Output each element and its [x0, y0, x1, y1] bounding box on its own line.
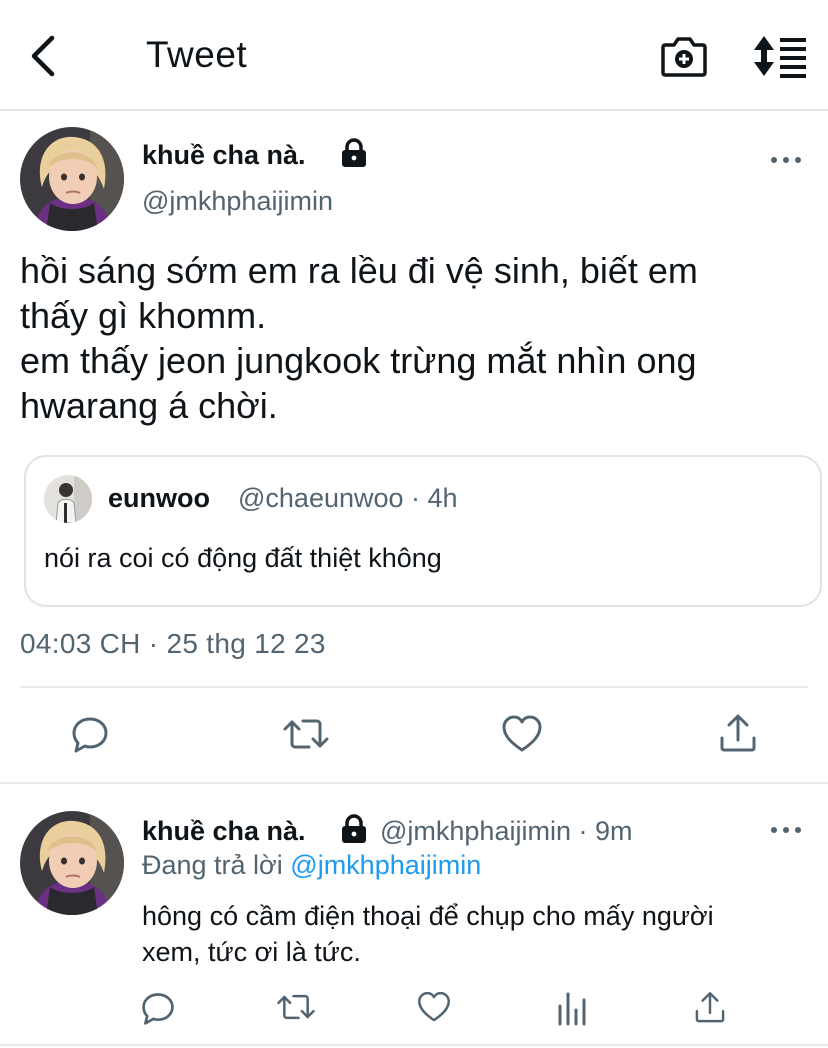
analytics-button[interactable]	[556, 990, 588, 1026]
retweet-button[interactable]	[282, 714, 330, 754]
chevron-left-icon	[31, 35, 55, 77]
quoted-tweet[interactable]: eunwoo @chaeunwoo · 4h nói ra coi có độn…	[24, 455, 822, 607]
share-button[interactable]	[716, 712, 760, 756]
divider	[0, 1044, 828, 1046]
retweet-icon	[277, 994, 315, 1020]
reply-button[interactable]	[140, 990, 176, 1026]
heart-icon	[502, 715, 542, 752]
reply-author-meta: @jmkhphaijimin · 9m	[380, 816, 633, 846]
divider	[20, 686, 808, 688]
quote-text: nói ra coi có động đất thiệt không	[44, 543, 442, 573]
more-options-button[interactable]	[768, 820, 804, 840]
lock-icon	[340, 814, 368, 844]
top-bar: Tweet	[0, 0, 828, 111]
back-button[interactable]	[24, 32, 68, 80]
reply-icon	[72, 717, 108, 753]
sort-button[interactable]	[752, 32, 808, 80]
bar-chart-icon	[558, 992, 586, 1026]
camera-button[interactable]	[660, 34, 708, 78]
reply-icon	[142, 993, 174, 1025]
like-button[interactable]	[416, 990, 452, 1024]
tweet-text-line: hồi sáng sớm em ra lều đi vệ sinh, biết …	[20, 250, 698, 291]
tweet-text: hồi sáng sớm em ra lều đi vệ sinh, biết …	[20, 248, 810, 428]
share-button[interactable]	[692, 990, 728, 1026]
replying-to: Đang trả lời @jmkhphaijimin	[142, 850, 481, 881]
replying-to-handle-link[interactable]: @jmkhphaijimin	[290, 850, 481, 880]
retweet-button[interactable]	[276, 990, 316, 1024]
author-display-name[interactable]: khuề cha nà.	[142, 140, 306, 171]
heart-icon	[418, 991, 450, 1022]
more-options-button[interactable]	[768, 150, 804, 170]
author-handle[interactable]: @jmkhphaijimin	[142, 186, 333, 217]
camera-plus-icon	[661, 37, 707, 77]
reply-button[interactable]	[70, 714, 110, 754]
lock-icon	[340, 138, 368, 168]
reply-author-name[interactable]: khuề cha nà.	[142, 816, 306, 847]
quote-avatar	[44, 475, 92, 523]
sort-list-icon	[754, 36, 806, 78]
more-icon	[771, 827, 801, 833]
divider	[0, 782, 828, 784]
tweet-text-line: thấy gì khomm.	[20, 295, 267, 336]
share-icon	[720, 714, 756, 752]
share-icon	[695, 992, 725, 1023]
reply-text-line: xem, tức ơi là tức.	[142, 937, 361, 967]
quote-author-meta: @chaeunwoo · 4h	[238, 483, 458, 513]
reply-text: hông có cầm điện thoại để chụp cho mấy n…	[142, 898, 812, 970]
page-title: Tweet	[146, 34, 248, 75]
avatar[interactable]	[20, 811, 124, 915]
retweet-icon	[283, 719, 329, 749]
tweet-text-line: hwarang á chời.	[20, 385, 278, 426]
more-icon	[771, 157, 801, 163]
tweet-text-line: em thấy jeon jungkook trừng mắt nhìn ong	[20, 340, 697, 381]
tweet-timestamp: 04:03 CH · 25 thg 12 23	[20, 628, 326, 659]
reply-text-line: hông có cầm điện thoại để chụp cho mấy n…	[142, 901, 714, 931]
quote-author-name: eunwoo	[108, 483, 210, 513]
replying-to-label: Đang trả lời	[142, 850, 283, 880]
avatar[interactable]	[20, 127, 124, 231]
like-button[interactable]	[500, 714, 544, 754]
